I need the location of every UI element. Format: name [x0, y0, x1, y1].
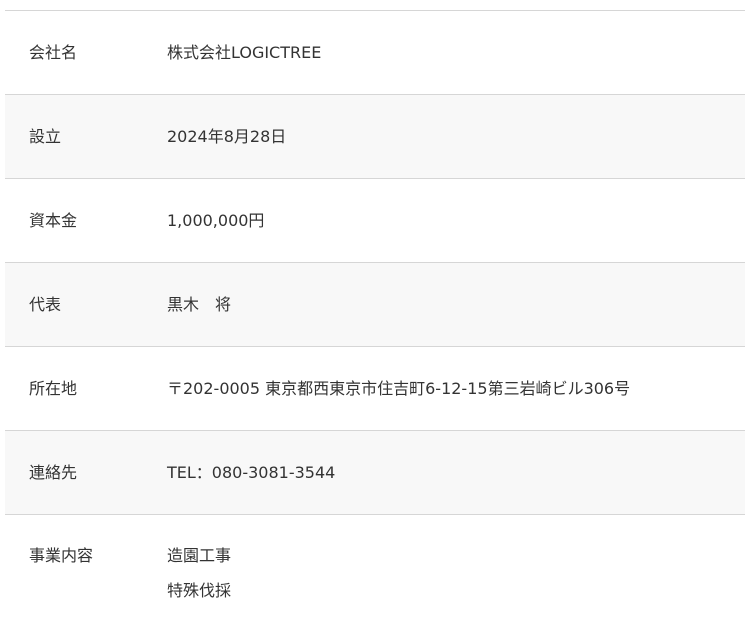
- row-label: 連絡先: [29, 462, 78, 482]
- business-item: 造園工事: [167, 546, 232, 565]
- row-value: TEL：080-3081-3544: [167, 462, 336, 482]
- table-row-representative: 代表 黒木 将: [5, 263, 745, 347]
- row-value: 2024年8月28日: [167, 126, 287, 146]
- table-row-address: 所在地 〒202-0005 東京都西東京市住吉町6-12-15第三岩崎ビル306…: [5, 347, 745, 431]
- table-row-capital: 資本金 1,000,000円: [5, 179, 745, 263]
- row-value: 黒木 将: [167, 294, 232, 314]
- row-value: 1,000,000円: [167, 210, 265, 230]
- table-row-established: 設立 2024年8月28日: [5, 95, 745, 179]
- company-profile-table: 会社名 株式会社LOGICTREE 設立 2024年8月28日 資本金 1,00…: [5, 10, 745, 617]
- row-value-list: 造園工事 特殊伐採: [167, 546, 231, 601]
- table-row-contact: 連絡先 TEL：080-3081-3544: [5, 431, 745, 515]
- table-row-company-name: 会社名 株式会社LOGICTREE: [5, 11, 745, 95]
- row-label: 代表: [29, 294, 62, 314]
- row-label: 会社名: [29, 42, 78, 62]
- table-row-business: 事業内容 造園工事 特殊伐採: [5, 515, 745, 617]
- row-label: 所在地: [29, 378, 78, 398]
- row-value: 株式会社LOGICTREE: [167, 42, 322, 62]
- business-item: 特殊伐採: [167, 581, 232, 600]
- row-label: 資本金: [29, 210, 78, 230]
- row-label: 設立: [29, 126, 62, 146]
- row-value: 〒202-0005 東京都西東京市住吉町6-12-15第三岩崎ビル306号: [167, 378, 631, 398]
- row-label: 事業内容: [29, 546, 94, 565]
